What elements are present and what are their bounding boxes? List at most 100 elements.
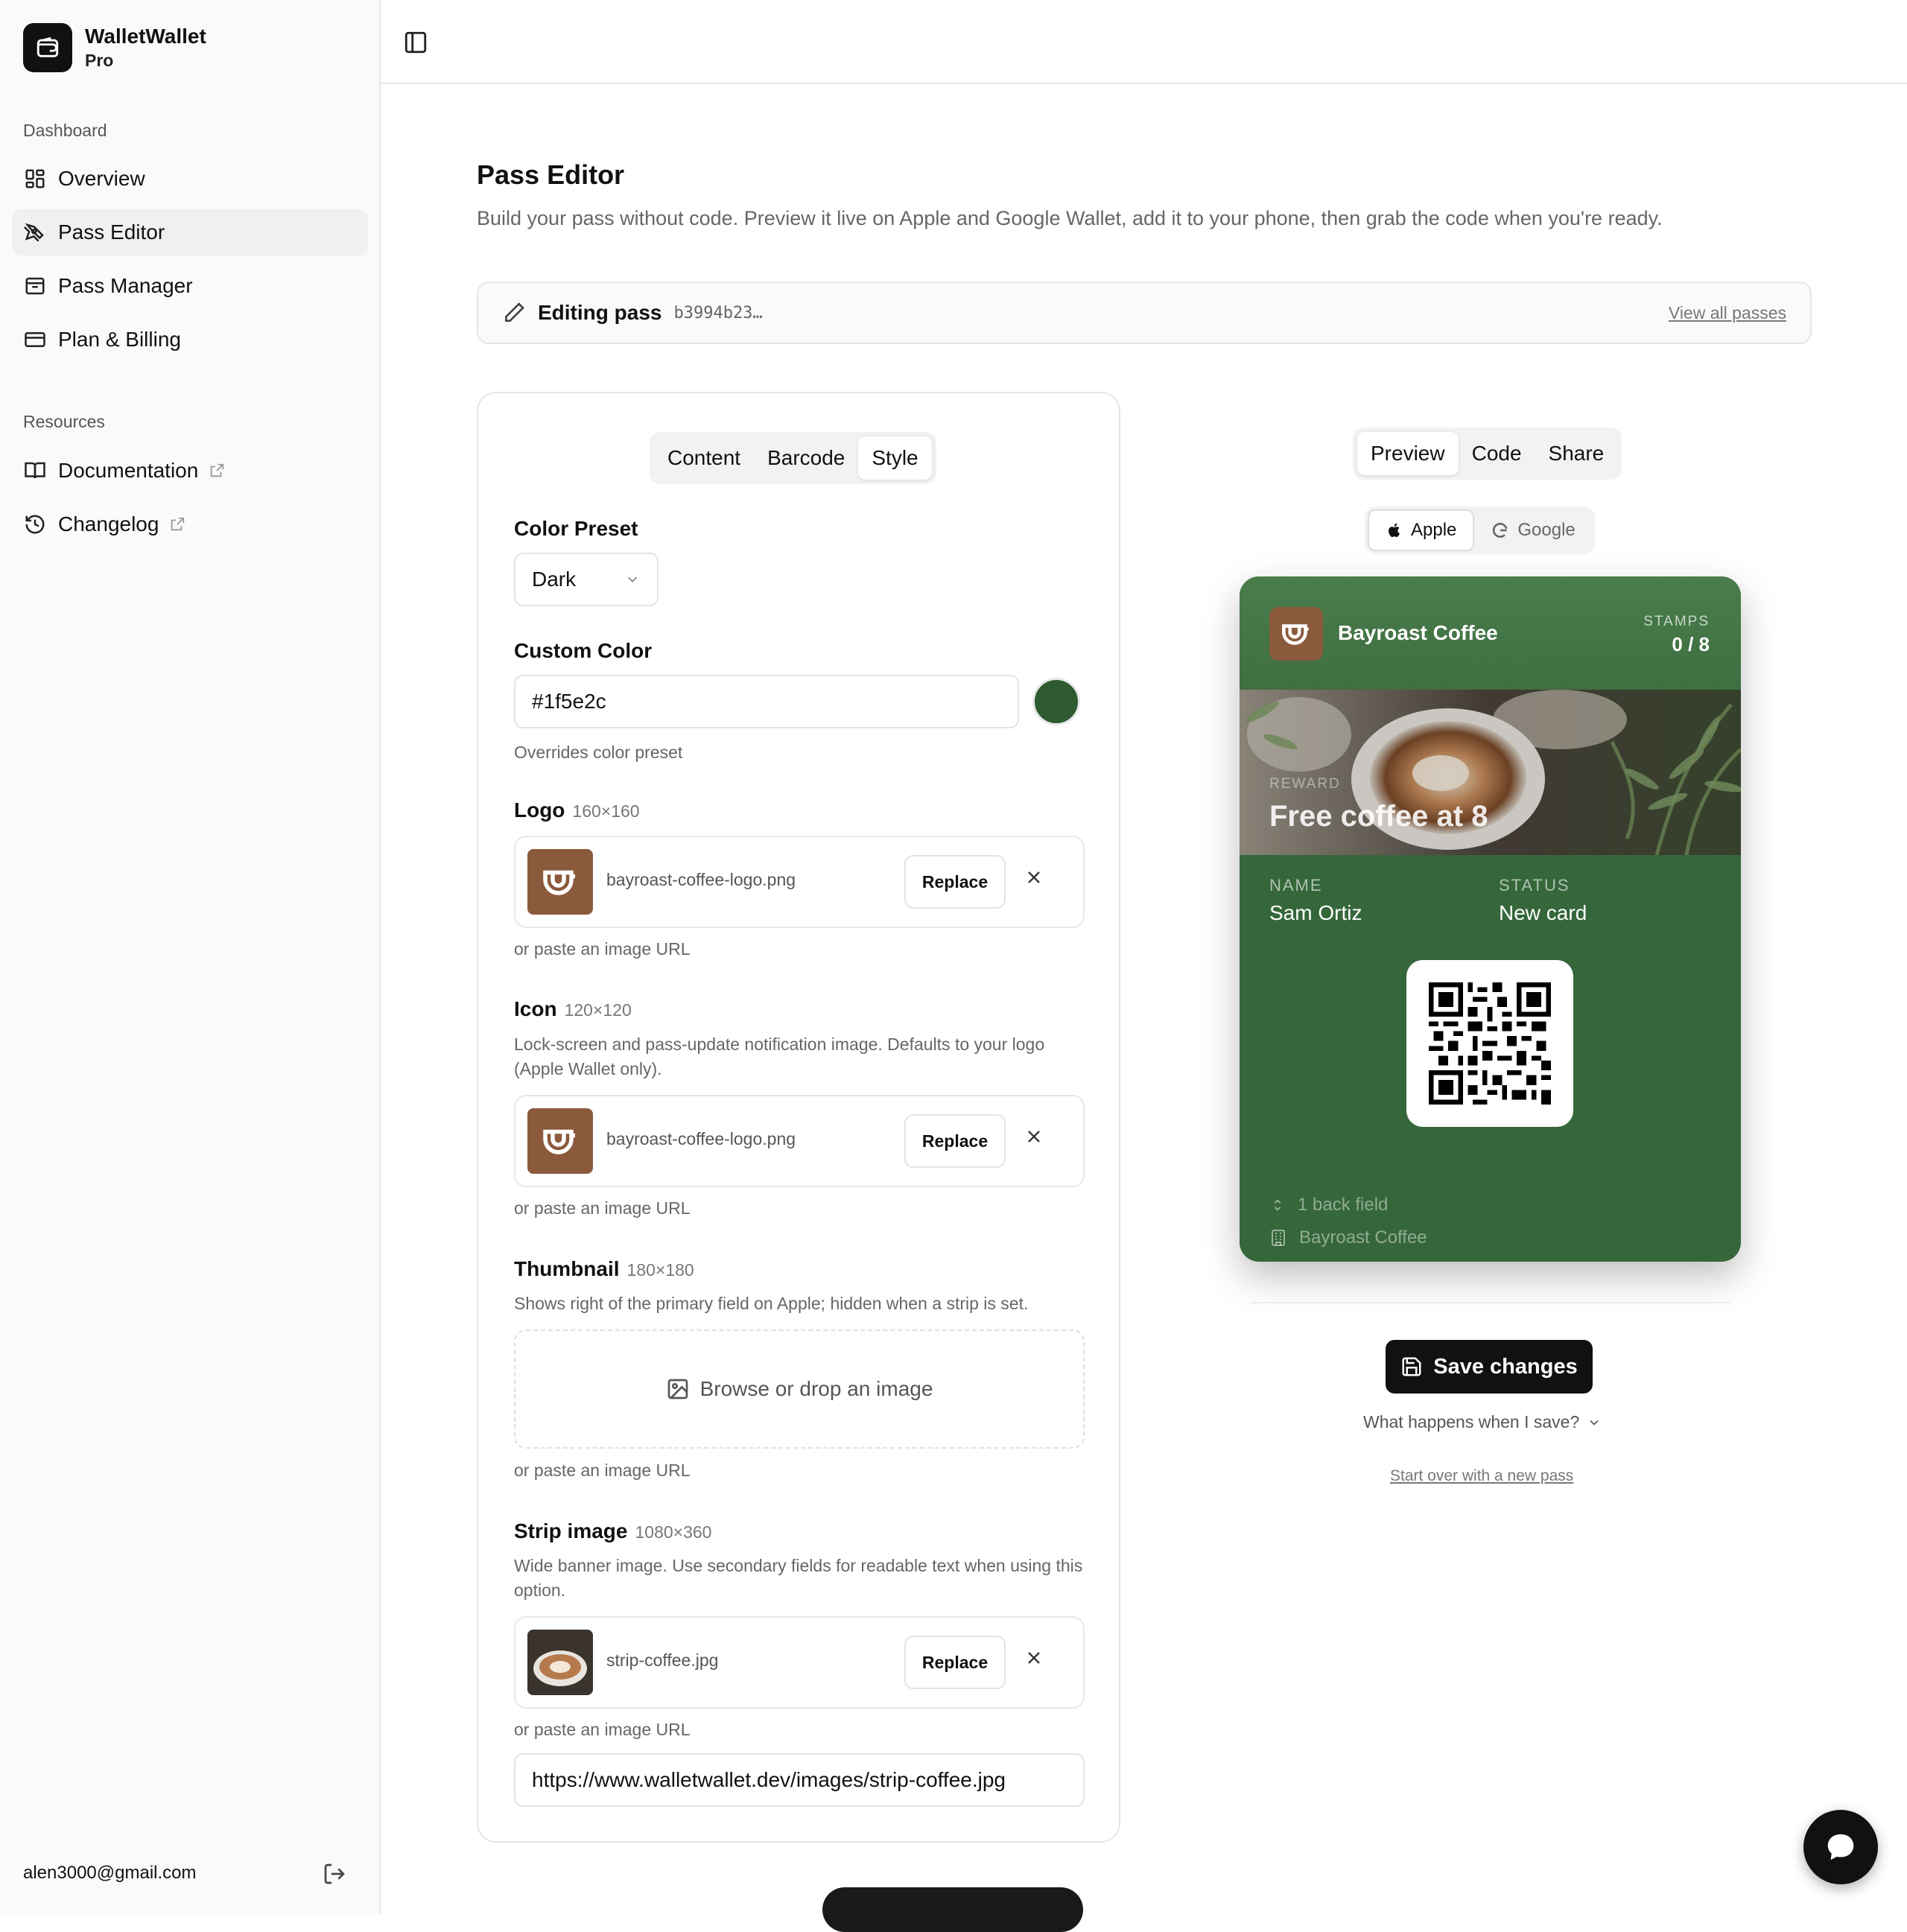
close-icon[interactable] xyxy=(1024,1126,1044,1147)
wallet-logo-icon xyxy=(23,23,72,72)
coffee-cup-logo-icon xyxy=(543,870,575,895)
custom-color-input[interactable]: #1f5e2c xyxy=(514,675,1019,728)
pass-header: Bayroast Coffee STAMPS 0 / 8 xyxy=(1240,576,1741,690)
external-link-icon xyxy=(211,463,224,477)
editor-tabs: Content Barcode Style xyxy=(650,432,936,484)
logo-replace-button[interactable]: Replace xyxy=(904,855,1006,909)
icon-paste-url-link[interactable]: or paste an image URL xyxy=(514,1196,691,1221)
tab-content[interactable]: Content xyxy=(654,436,754,480)
what-happens-toggle[interactable]: What happens when I save? xyxy=(1363,1412,1602,1432)
sidebar-item-pass-manager[interactable]: Pass Manager xyxy=(12,263,368,309)
save-changes-label: Save changes xyxy=(1433,1354,1578,1379)
pass-footer-org-label: Bayroast Coffee xyxy=(1299,1227,1427,1248)
pass-org-name: Bayroast Coffee xyxy=(1338,621,1498,644)
pass-status-value: New card xyxy=(1499,901,1587,924)
pass-stamps-value: 0 / 8 xyxy=(1672,633,1710,655)
preview-tabs: Preview Code Share xyxy=(1353,428,1622,480)
logo-paste-url-link[interactable]: or paste an image URL xyxy=(514,937,691,962)
sidebar-item-plan-billing[interactable]: Plan & Billing xyxy=(12,317,368,363)
brand[interactable]: WalletWallet Pro xyxy=(23,23,206,72)
chevron-down-icon xyxy=(627,576,638,583)
tab-preview[interactable]: Preview xyxy=(1357,432,1459,475)
tab-code[interactable]: Code xyxy=(1459,432,1535,475)
close-icon[interactable] xyxy=(1024,867,1044,888)
strip-url-value: https://www.walletwallet.dev/images/stri… xyxy=(532,1768,1006,1791)
sidebar-item-label: Pass Manager xyxy=(58,274,193,297)
color-preset-label: Color Preset xyxy=(514,517,638,541)
qr-code-icon xyxy=(1429,982,1551,1105)
sidebar-item-label: Overview xyxy=(58,167,145,190)
icon-replace-button[interactable]: Replace xyxy=(904,1114,1006,1168)
color-preset-select[interactable]: Dark xyxy=(514,553,659,606)
strip-file-row: strip-coffee.jpg Replace xyxy=(514,1616,1085,1709)
save-icon xyxy=(1402,1357,1421,1376)
strip-label-text: Strip image xyxy=(514,1519,628,1542)
pass-back-fields[interactable]: 1 back field xyxy=(1269,1195,1388,1216)
nav-section-dashboard: Dashboard xyxy=(23,121,107,140)
strip-hint: Wide banner image. Use secondary fields … xyxy=(514,1556,1083,1600)
thumbnail-hint: Shows right of the primary field on Appl… xyxy=(514,1294,1029,1313)
color-preset-label-text: Color Preset xyxy=(514,517,638,540)
color-preset-value: Dark xyxy=(532,568,577,591)
start-over-link[interactable]: Start over with a new pass xyxy=(1390,1467,1573,1485)
thumbnail-dims: 180×180 xyxy=(626,1260,694,1280)
building-icon xyxy=(1272,1230,1285,1246)
pass-primary-value: Free coffee at 8 xyxy=(1269,800,1488,833)
tab-barcode[interactable]: Barcode xyxy=(754,436,858,480)
pass-strip-image: REWARD Free coffee at 8 xyxy=(1240,690,1741,855)
sidebar-item-label: Changelog xyxy=(58,512,159,536)
save-changes-button[interactable]: Save changes xyxy=(1386,1340,1593,1394)
pen-tool-icon xyxy=(24,223,44,242)
custom-color-label: Custom Color xyxy=(514,639,652,663)
page-description: Build your pass without code. Preview it… xyxy=(477,207,1663,229)
icon-file-name: bayroast-coffee-logo.png xyxy=(606,1129,796,1148)
pass-footer-org: Bayroast Coffee xyxy=(1269,1227,1427,1248)
google-icon xyxy=(1493,522,1508,538)
close-icon[interactable] xyxy=(1024,1647,1044,1668)
pass-name-label: NAME xyxy=(1269,876,1323,894)
logo-dims: 160×160 xyxy=(572,801,640,821)
dev-toolbar[interactable] xyxy=(822,1887,1083,1932)
thumbnail-dropzone[interactable]: Browse or drop an image xyxy=(514,1329,1085,1449)
platform-google[interactable]: Google xyxy=(1474,509,1591,551)
grid-icon xyxy=(25,169,45,188)
thumbnail-paste-url-link[interactable]: or paste an image URL xyxy=(514,1458,691,1483)
sidebar-item-label: Documentation xyxy=(58,459,199,482)
logo-file-name: bayroast-coffee-logo.png xyxy=(606,870,796,889)
sidebar-item-documentation[interactable]: Documentation xyxy=(12,448,368,494)
credit-card-icon xyxy=(25,332,45,347)
icon-dims: 120×120 xyxy=(564,1000,632,1020)
tab-share[interactable]: Share xyxy=(1535,432,1618,475)
brand-name: WalletWallet xyxy=(85,25,206,48)
strip-thumbnail xyxy=(527,1630,593,1695)
latte-image-icon xyxy=(527,1630,593,1695)
logo-label: Logo 160×160 xyxy=(514,798,640,822)
coffee-cup-logo-icon xyxy=(543,1129,575,1154)
sidebar-item-pass-editor[interactable]: Pass Editor xyxy=(12,209,368,255)
editing-pass-bar: Editing pass b3994b23… View all passes xyxy=(477,282,1812,344)
platform-apple[interactable]: Apple xyxy=(1368,509,1475,551)
chevron-down-icon xyxy=(1590,1420,1599,1426)
pass-id: b3994b23… xyxy=(673,303,763,322)
strip-replace-button[interactable]: Replace xyxy=(904,1636,1006,1689)
strip-dims: 1080×360 xyxy=(635,1522,712,1542)
sidebar-item-changelog[interactable]: Changelog xyxy=(12,501,368,547)
tab-style[interactable]: Style xyxy=(858,436,932,480)
strip-paste-url-link[interactable]: or paste an image URL xyxy=(514,1717,691,1742)
logout-icon[interactable] xyxy=(323,1862,346,1886)
chat-bubble-icon xyxy=(1827,1834,1854,1860)
sidebar-item-label: Plan & Billing xyxy=(58,328,181,351)
pass-back-fields-label: 1 back field xyxy=(1298,1195,1389,1215)
icon-label-text: Icon xyxy=(514,997,557,1020)
dropzone-label: Browse or drop an image xyxy=(699,1377,933,1400)
strip-url-input[interactable]: https://www.walletwallet.dev/images/stri… xyxy=(514,1753,1085,1807)
platform-google-label: Google xyxy=(1517,520,1576,540)
chat-button[interactable] xyxy=(1803,1810,1878,1884)
archive-icon xyxy=(25,277,45,295)
platform-toggle: Apple Google xyxy=(1365,506,1595,554)
sidebar-item-overview[interactable]: Overview xyxy=(12,156,368,202)
view-all-passes-link[interactable]: View all passes xyxy=(1669,303,1786,323)
color-swatch[interactable] xyxy=(1032,678,1080,725)
sidebar-toggle-icon[interactable] xyxy=(403,30,428,55)
icon-file-row: bayroast-coffee-logo.png Replace xyxy=(514,1095,1085,1187)
